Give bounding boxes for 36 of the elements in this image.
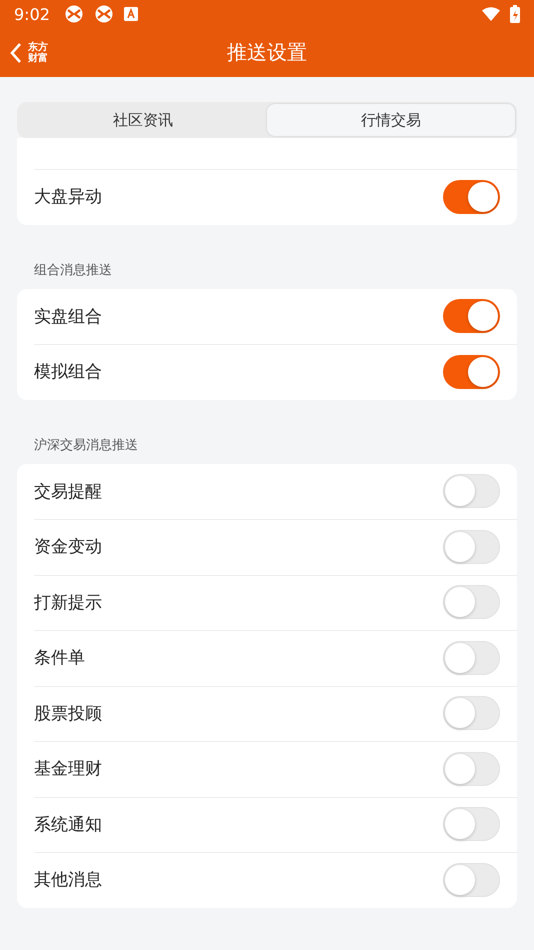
toggle-switch[interactable]	[443, 862, 500, 897]
toggle-switch[interactable]	[443, 585, 500, 620]
setting-label: 系统通知	[34, 814, 103, 836]
setting-label: 基金理财	[34, 758, 103, 780]
setting-label: 其他消息	[34, 869, 103, 892]
status-time: 9:02	[14, 4, 50, 24]
toggle-switch[interactable]	[443, 180, 500, 214]
setting-label: 交易提醒	[34, 480, 103, 503]
tab[interactable]: 行情交易	[267, 104, 515, 136]
toggle-switch[interactable]	[443, 474, 500, 508]
wifi-icon	[482, 7, 500, 21]
toggle-switch[interactable]	[443, 807, 500, 842]
toggle-switch[interactable]	[443, 299, 500, 334]
toggle-switch[interactable]	[443, 530, 500, 564]
toggle-switch[interactable]	[443, 696, 500, 730]
setting-label: 实盘组合	[34, 306, 103, 328]
section-title: 沪深交易消息推送	[34, 438, 138, 452]
setting-label: 大盘异动	[34, 186, 103, 208]
setting-label: 条件单	[34, 647, 86, 670]
tab[interactable]: 社区资讯	[19, 104, 267, 136]
brand-logo: 东方 财富	[28, 42, 48, 64]
back-icon	[10, 42, 22, 64]
app-notification-icon	[64, 4, 84, 24]
toggle-switch[interactable]	[443, 640, 500, 675]
keyboard-notification-icon	[124, 7, 138, 21]
page-title: 推送设置	[227, 40, 307, 64]
setting-label: 资金变动	[34, 536, 103, 558]
battery-icon	[510, 5, 520, 23]
section-title: 组合消息推送	[34, 262, 112, 278]
setting-label: 打新提示	[34, 592, 103, 614]
setting-label: 股票投顾	[34, 702, 103, 725]
back-button[interactable]: 东方 财富	[10, 42, 48, 64]
setting-label: 模拟组合	[34, 361, 103, 384]
toggle-switch[interactable]	[443, 354, 500, 389]
toggle-switch[interactable]	[443, 752, 500, 786]
app-notification-icon	[94, 4, 114, 24]
